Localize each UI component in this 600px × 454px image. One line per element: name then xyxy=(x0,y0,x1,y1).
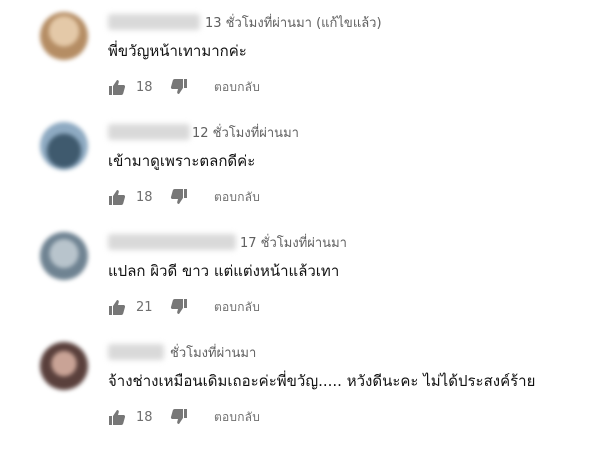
thumbs-up-icon[interactable] xyxy=(108,409,126,425)
comment-text: พี่ขวัญหน้าเทามากค่ะ xyxy=(108,42,247,60)
comment-item: 13 ชั่วโมงที่ผ่านมา (แก้ไขแล้ว) พี่ขวัญห… xyxy=(0,12,600,124)
comment-timestamp[interactable]: ชั่วโมงที่ผ่านมา xyxy=(170,342,256,363)
thumbs-up-icon[interactable] xyxy=(108,299,126,315)
comment-item: 17 ชั่วโมงที่ผ่านมา แปลก ผิวดี ขาว แต่แต… xyxy=(0,232,600,344)
thumbs-down-icon[interactable] xyxy=(170,79,188,95)
comment-text: จ้างช่างเหมือนเดิมเถอะค่ะพี่ขวัญ..... หว… xyxy=(108,372,536,390)
comment-actions: 21 ตอบกลับ xyxy=(108,296,260,318)
comment-item: 12 ชั่วโมงที่ผ่านมา เข้ามาดูเพราะตลกดีค่… xyxy=(0,122,600,234)
comment-actions: 18 ตอบกลับ xyxy=(108,406,260,428)
avatar[interactable] xyxy=(40,232,88,280)
thumbs-up-icon[interactable] xyxy=(108,79,126,95)
comment-actions: 18 ตอบกลับ xyxy=(108,186,260,208)
avatar[interactable] xyxy=(40,12,88,60)
author-name-blurred[interactable] xyxy=(108,234,236,250)
comment-text: เข้ามาดูเพราะตลกดีค่ะ xyxy=(108,152,256,170)
comment-item: ชั่วโมงที่ผ่านมา จ้างช่างเหมือนเดิมเถอะค… xyxy=(0,342,600,454)
like-count: 18 xyxy=(136,189,153,205)
author-name-blurred[interactable] xyxy=(108,124,190,140)
thumbs-up-icon[interactable] xyxy=(108,189,126,205)
comment-actions: 18 ตอบกลับ xyxy=(108,76,260,98)
thumbs-down-icon[interactable] xyxy=(170,189,188,205)
thumbs-down-icon[interactable] xyxy=(170,409,188,425)
thumbs-down-icon[interactable] xyxy=(170,299,188,315)
reply-button[interactable]: ตอบกลับ xyxy=(214,298,260,317)
avatar[interactable] xyxy=(40,342,88,390)
author-name-blurred[interactable] xyxy=(108,344,164,360)
like-count: 18 xyxy=(136,409,153,425)
like-count: 18 xyxy=(136,79,153,95)
reply-button[interactable]: ตอบกลับ xyxy=(214,188,260,207)
comment-timestamp[interactable]: 12 ชั่วโมงที่ผ่านมา xyxy=(192,122,299,143)
comment-timestamp[interactable]: 13 ชั่วโมงที่ผ่านมา (แก้ไขแล้ว) xyxy=(205,12,382,33)
reply-button[interactable]: ตอบกลับ xyxy=(214,408,260,427)
author-name-blurred[interactable] xyxy=(108,14,200,30)
comment-text: แปลก ผิวดี ขาว แต่แต่งหน้าแล้วเทา xyxy=(108,262,340,280)
like-count: 21 xyxy=(136,299,153,315)
comment-timestamp[interactable]: 17 ชั่วโมงที่ผ่านมา xyxy=(240,232,347,253)
reply-button[interactable]: ตอบกลับ xyxy=(214,78,260,97)
avatar[interactable] xyxy=(40,122,88,170)
